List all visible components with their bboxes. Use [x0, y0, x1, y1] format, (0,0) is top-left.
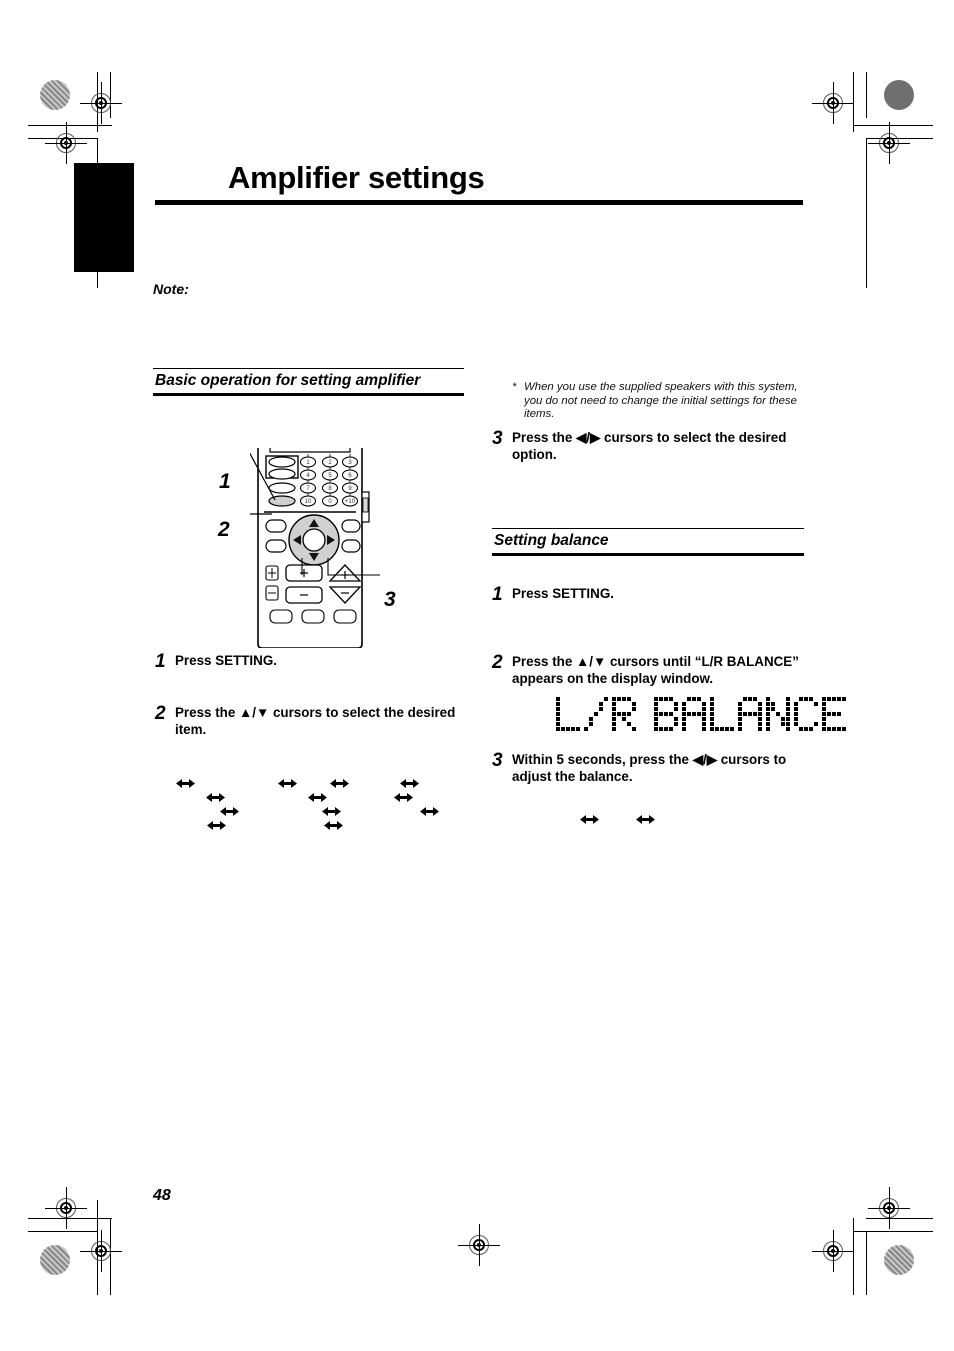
bidirectional-arrow-icon	[330, 778, 349, 789]
step-text: Press the ◀/▶ cursors to select the desi…	[512, 430, 787, 462]
bidirectional-arrow-icon	[580, 814, 599, 825]
step-number: 1	[492, 584, 503, 605]
bidirectional-arrow-icon	[308, 792, 327, 803]
lcd-char-L	[556, 697, 580, 731]
step-number: 1	[155, 651, 166, 672]
bidirectional-arrow-icon	[324, 820, 343, 831]
remote-callout-2: 2	[218, 518, 230, 542]
step-number: 2	[492, 652, 503, 673]
step-text: Press the ▲/▼ cursors to select the desi…	[175, 705, 456, 737]
section-setting-balance: Setting balance	[492, 528, 804, 556]
step-number: 3	[492, 428, 503, 449]
document-page: Amplifier settings Note: Basic operation…	[0, 0, 954, 1351]
lcd-char-A	[682, 697, 706, 731]
bidirectional-arrow-icon	[394, 792, 413, 803]
color-patch-top-left	[40, 80, 70, 110]
step-text: Within 5 seconds, press the ◀/▶ cursors …	[512, 752, 787, 784]
left-step-1: 1 Press SETTING.	[155, 651, 470, 672]
section-basic-operation: Basic operation for setting amplifier	[153, 368, 464, 396]
section-title: Setting balance	[494, 532, 609, 549]
color-patch-top-right	[884, 80, 914, 110]
bidirectional-arrow-icon	[420, 806, 439, 817]
page-number: 48	[153, 1187, 171, 1204]
step-number: 2	[155, 703, 166, 724]
bidirectional-arrow-icon	[206, 792, 225, 803]
step-text: Press SETTING.	[175, 653, 277, 668]
registration-mark	[45, 1187, 87, 1229]
thumb-index-tab	[74, 163, 134, 272]
bidirectional-arrow-icon	[207, 820, 226, 831]
lcd-char-E	[822, 697, 846, 731]
step-text: Press the ▲/▼ cursors until “L/R BALANCE…	[512, 654, 799, 686]
registration-mark-bottom-center	[458, 1224, 500, 1266]
lcd-char-slash	[584, 697, 608, 731]
footnote-text: When you use the supplied speakers with …	[524, 381, 798, 421]
callout-number: 1	[219, 470, 231, 493]
registration-mark	[812, 1230, 854, 1272]
right-step-3-option: 3 Press the ◀/▶ cursors to select the de…	[492, 428, 812, 463]
note-label: Note:	[153, 281, 189, 297]
svg-text:10: 10	[305, 499, 312, 505]
callout-number: 3	[384, 588, 396, 611]
balance-step-1: 1 Press SETTING.	[492, 584, 812, 605]
lcd-char-B	[654, 697, 678, 731]
color-patch-bottom-right	[884, 1245, 914, 1275]
left-step-2: 2 Press the ▲/▼ cursors to select the de…	[155, 703, 470, 738]
bidirectional-arrow-icon	[278, 778, 297, 789]
svg-text:+10: +10	[345, 499, 356, 505]
color-patch-bottom-left	[40, 1245, 70, 1275]
balance-step-3: 3 Within 5 seconds, press the ◀/▶ cursor…	[492, 750, 814, 785]
page-title: Amplifier settings	[228, 160, 485, 195]
lcd-char-N	[766, 697, 790, 731]
section-title: Basic operation for setting amplifier	[155, 372, 421, 389]
bidirectional-arrow-icon	[636, 814, 655, 825]
title-rule	[155, 200, 803, 205]
step-text: Press SETTING.	[512, 586, 614, 601]
remote-callout-1: 1	[219, 470, 231, 494]
balance-step-2: 2 Press the ▲/▼ cursors until “L/R BALAN…	[492, 652, 814, 687]
callout-number: 2	[218, 518, 230, 541]
registration-mark	[80, 1230, 122, 1272]
registration-mark	[80, 82, 122, 124]
bidirectional-arrow-icon	[220, 806, 239, 817]
registration-mark	[812, 82, 854, 124]
remote-callout-3: 3	[384, 588, 396, 612]
lcd-char-A	[738, 697, 762, 731]
bidirectional-arrow-icon	[400, 778, 419, 789]
step-number: 3	[492, 750, 503, 771]
remote-control-illustration: 123 456 789 10 0 +10	[232, 436, 390, 649]
lcd-char-C	[794, 697, 818, 731]
registration-mark	[45, 122, 87, 164]
footnote-marker: *	[512, 381, 517, 393]
lcd-char-L	[710, 697, 734, 731]
registration-mark	[868, 1187, 910, 1229]
lcd-char-R	[612, 697, 636, 731]
registration-mark	[868, 122, 910, 164]
footnote: * When you use the supplied speakers wit…	[512, 381, 812, 422]
display-window-readout	[556, 697, 846, 731]
bidirectional-arrow-icon	[176, 778, 195, 789]
bidirectional-arrow-icon	[322, 806, 341, 817]
